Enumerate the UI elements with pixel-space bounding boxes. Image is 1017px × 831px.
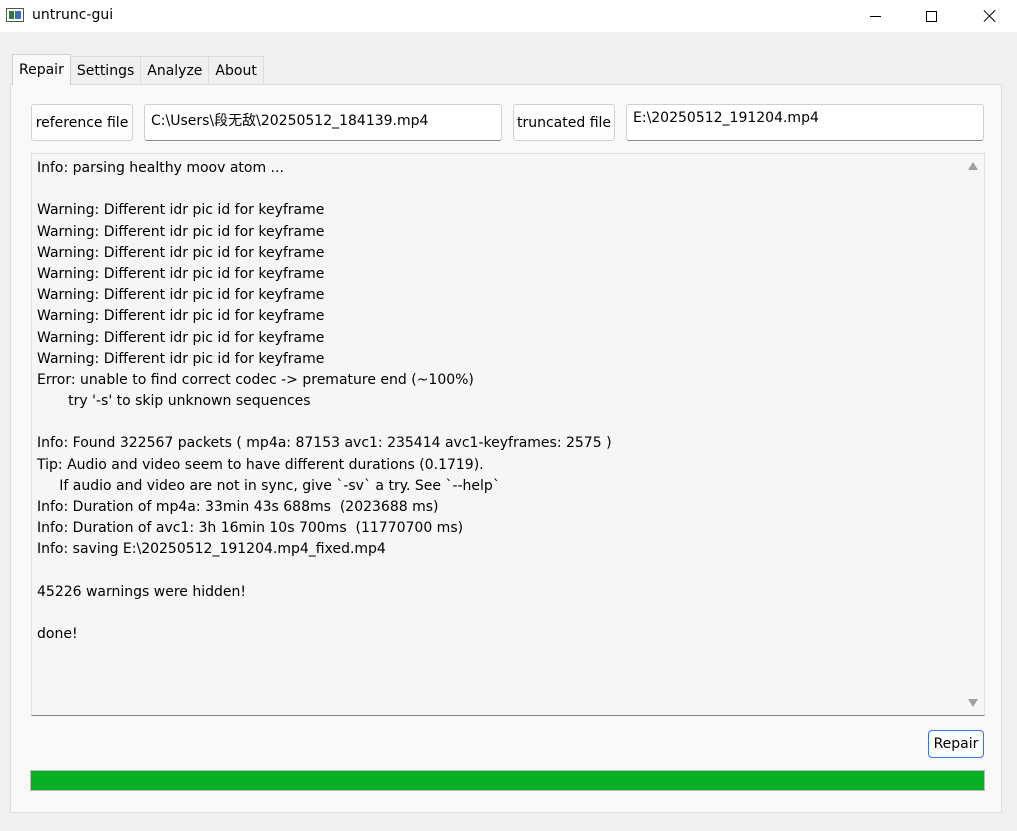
tab-settings[interactable]: Settings [69, 56, 142, 85]
log-line: Warning: Different idr pic id for keyfra… [37, 329, 325, 346]
log-line: Warning: Different idr pic id for keyfra… [37, 308, 325, 325]
window-title: untrunc-gui [32, 7, 114, 23]
title-bar: untrunc-gui [0, 0, 1017, 32]
log-line: Warning: Different idr pic id for keyfra… [37, 287, 325, 304]
progress-bar [30, 770, 985, 791]
minimize-button[interactable] [851, 0, 899, 32]
log-output[interactable]: Info: parsing healthy moov atom ... Warni… [31, 153, 985, 716]
close-icon [983, 9, 997, 23]
tab-repair[interactable]: Repair [12, 54, 71, 85]
log-line: Warning: Different idr pic id for keyfra… [37, 202, 325, 219]
log-line: try '-s' to skip unknown sequences [37, 393, 311, 410]
log-line: Warning: Different idr pic id for keyfra… [37, 350, 325, 367]
app-icon [6, 8, 24, 22]
progress-fill [31, 771, 984, 790]
maximize-icon [925, 10, 937, 22]
repair-button[interactable]: Repair [928, 730, 984, 758]
minimize-icon [869, 15, 881, 17]
log-line: Info: parsing healthy moov atom ... [37, 160, 284, 176]
log-line: Info: Duration of mp4a: 33min 43s 688ms … [37, 499, 439, 515]
tab-analyze[interactable]: Analyze [140, 56, 210, 85]
log-text: Info: parsing healthy moov atom ... Warni… [37, 158, 957, 645]
log-line: Warning: Different idr pic id for keyfra… [37, 244, 325, 261]
log-line: Info: saving E:\20250512_191204.mp4_fixe… [37, 541, 386, 558]
truncated-file-field[interactable]: E:\20250512_191204.mp4 [626, 104, 984, 141]
scroll-down-arrow-icon[interactable] [968, 699, 978, 707]
reference-file-field[interactable]: C:\Users\段无敌\20250512_184139.mp4 [144, 104, 502, 141]
log-line: Warning: Different idr pic id for keyfra… [37, 223, 325, 240]
tab-bar: Repair Settings Analyze About [12, 54, 264, 85]
scroll-up-arrow-icon[interactable] [968, 162, 978, 170]
log-line: 45226 warnings were hidden! [37, 583, 247, 600]
reference-file-button[interactable]: reference file [31, 104, 133, 141]
log-line: Tip: Audio and video seem to have differ… [37, 456, 484, 473]
log-line: done! [37, 626, 78, 643]
log-line: Info: Duration of avc1: 3h 16min 10s 700… [37, 520, 464, 537]
log-line: Info: Found 322567 packets ( mp4a: 87153… [37, 435, 612, 452]
log-scrollbar[interactable] [962, 154, 984, 715]
truncated-file-button[interactable]: truncated file [513, 104, 615, 141]
log-line: Error: unable to find correct codec -> p… [37, 371, 474, 388]
tab-about[interactable]: About [208, 56, 264, 85]
log-line: Warning: Different idr pic id for keyfra… [37, 265, 325, 282]
close-button[interactable] [966, 0, 1014, 32]
maximize-button[interactable] [907, 0, 955, 32]
log-line: If audio and video are not in sync, give… [37, 477, 500, 494]
